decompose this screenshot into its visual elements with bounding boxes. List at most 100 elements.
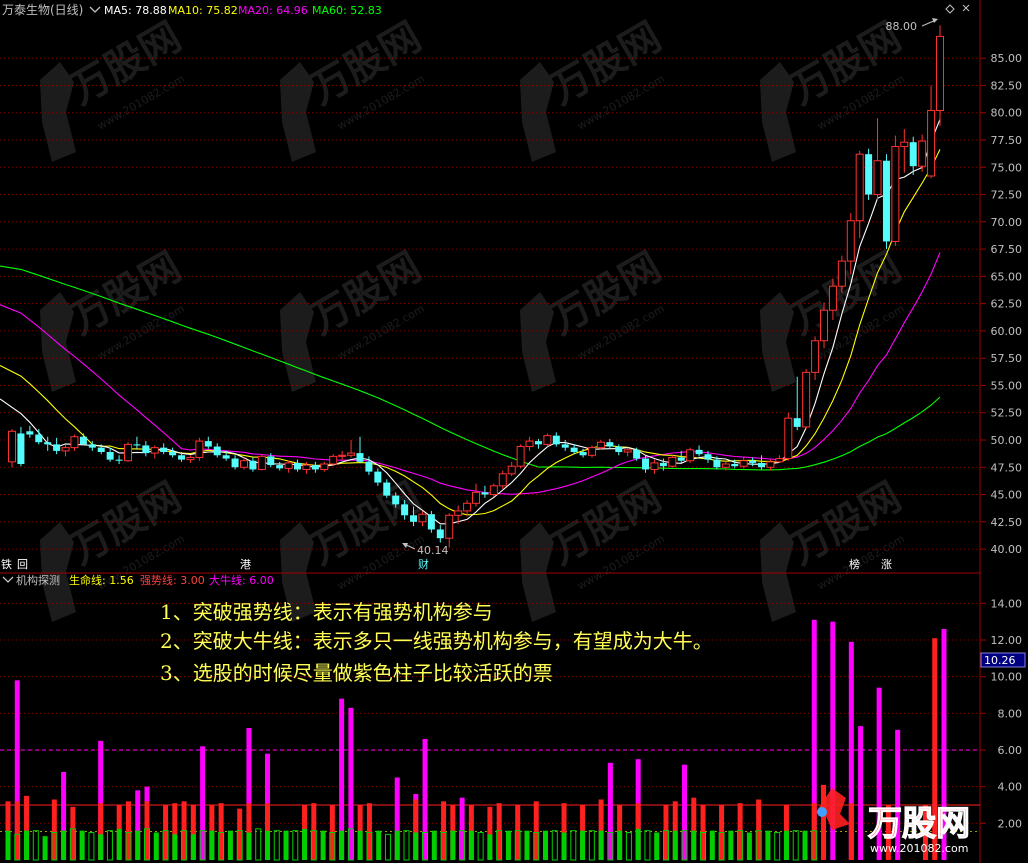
life-bar [135,830,141,860]
strong-bar [737,803,743,860]
candle [169,447,177,458]
indicator-tick-label: 14.00 [991,597,1023,610]
candle [739,457,748,469]
life-bar [617,830,623,860]
event-marker[interactable]: 铁 [1,558,12,571]
price-tick-label: 47.50 [991,461,1023,474]
candle [552,432,560,447]
candle-body [365,461,373,472]
candle [284,460,293,473]
chevron-down-icon[interactable] [2,576,14,583]
event-marker[interactable]: 涨 [881,558,892,571]
event-marker[interactable]: 财 [418,557,429,571]
indicator-tick-label: 4.00 [998,781,1023,794]
event-marker[interactable]: 榜 [849,557,860,571]
life-bar [255,828,262,861]
life-bar [320,830,326,860]
indicator-bars[interactable] [5,619,947,861]
watermark-layer: 万股网www.201082.com 万股网www.201082.com 万股网www… [40,14,909,622]
event-marker[interactable]: 港 [240,558,251,571]
low-price-label: 40.14 [417,544,449,557]
candle-body [846,220,855,262]
strong-bar [237,808,243,860]
candle [882,154,890,250]
brand-logo: 万股网 www.201082.com [816,788,971,855]
watermark: 万股网www.201082.com [520,244,669,392]
candle-body [570,447,578,452]
close-icon[interactable] [962,4,970,12]
chevron-down-icon[interactable] [89,6,101,13]
strong-bar [821,784,827,860]
candle-body [70,436,79,449]
stock-chart-canvas[interactable]: 万股网www.201082.com 万股网www.201082.com 万股网www… [0,0,1028,863]
candle [623,447,632,457]
candle [204,436,212,449]
candle-body [552,435,560,445]
indicator-tick-label: 10.00 [991,671,1023,684]
candle-body [739,460,748,467]
candle [8,429,16,468]
candle-body [204,441,212,447]
life-bar [246,832,252,860]
annotation-block: 1、突破强势线：表示有强势机构参与 2、突破大牛线：表示多只一线强势机构参与，有… [160,600,713,685]
life-bar [746,832,752,860]
life-bar [561,832,567,860]
candle-body [195,440,204,458]
candle-body [79,436,87,445]
life-bar [551,830,558,861]
institution-bar [607,762,613,860]
watermark-text: 万股网 [62,474,189,574]
candle-body [882,160,890,242]
price-tick-label: 50.00 [991,434,1023,447]
life-bar [524,830,530,860]
candle-body [704,454,712,460]
candle [17,426,25,467]
price-tick-label: 62.50 [991,298,1023,311]
candle [374,468,382,486]
life-line-legend: 生命线: 1.56 [69,573,134,587]
diamond-icon[interactable] [945,4,955,14]
candle-body [855,153,864,222]
candle-body [936,35,944,112]
candle [749,457,757,467]
candle [865,148,873,200]
life-bar [394,830,400,860]
candle-body [686,449,695,462]
candle-body [257,455,266,470]
strong-line-legend: 强势线: 3.00 [140,573,205,587]
price-axis: 40.00 42.50 45.00 47.50 50.00 52.50 55.00 57.50… [980,52,1022,556]
candle-body [267,456,275,466]
candle-body [579,452,587,456]
candle [507,461,516,476]
candle-body [561,444,569,448]
candle-body [596,441,605,449]
candle [329,454,338,467]
candle-body [900,141,909,148]
candle-body [623,449,632,453]
stock-title: 万泰生物(日线) [2,3,83,17]
candle-body [677,457,685,461]
life-bar [5,830,11,860]
candle [53,437,61,455]
current-value: 10.26 [984,654,1016,667]
life-bar [625,832,632,861]
watermark: 万股网www.201082.com [520,474,669,622]
candle [936,25,944,126]
life-bar [654,832,660,860]
candle-body [606,442,614,447]
bull-line-legend: 大牛线: 6.00 [209,573,274,587]
candle [909,136,917,175]
life-bar [273,830,280,861]
candle [124,442,132,462]
candle-body [436,529,444,539]
life-bar [487,834,493,860]
event-marker[interactable]: 回 [17,558,28,571]
candle [927,85,936,179]
candle [650,459,659,474]
candle-body [160,447,168,452]
candle-body [169,452,177,456]
life-bar [403,830,410,861]
price-tick-label: 42.50 [991,516,1023,529]
candle [383,479,391,498]
institution-bar [200,746,206,860]
